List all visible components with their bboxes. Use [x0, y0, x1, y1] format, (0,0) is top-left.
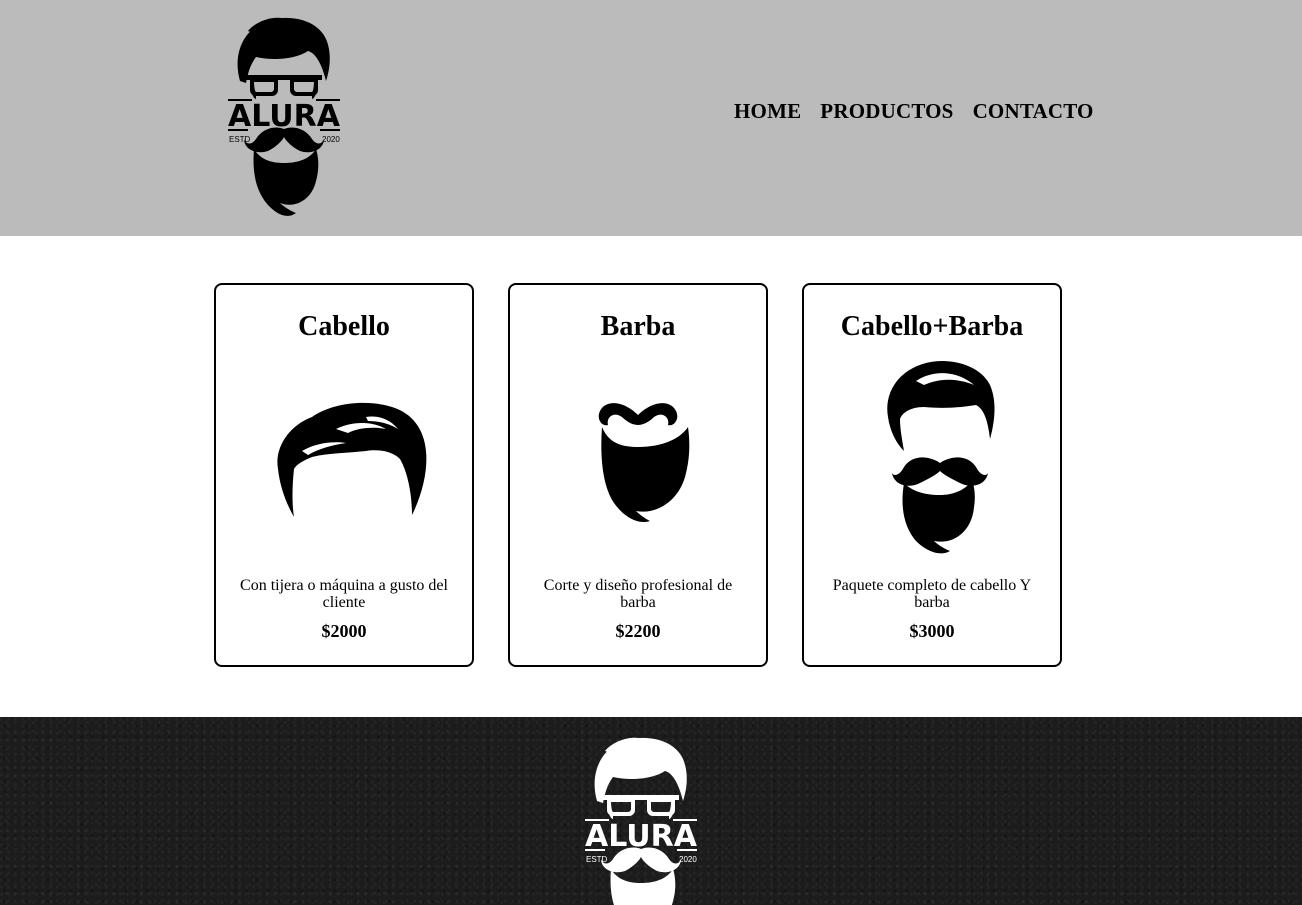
- hair-icon: [277, 402, 427, 517]
- main-nav: HOME PRODUCTOS CONTACTO: [734, 99, 1094, 124]
- logo-year: 2020: [322, 135, 340, 144]
- alura-logo[interactable]: ALURA ESTD 2020: [226, 13, 342, 219]
- site-footer: ALURA ESTD 2020: [0, 717, 1302, 905]
- beard-icon: [598, 403, 690, 523]
- footer-alura-logo[interactable]: ALURA ESTD 2020: [583, 733, 699, 905]
- nav-contacto-link[interactable]: CONTACTO: [973, 99, 1094, 124]
- nav-productos-link[interactable]: PRODUCTOS: [820, 99, 953, 124]
- product-price: $2200: [615, 621, 661, 641]
- product-description: Con tijera o máquina a gusto del cliente: [240, 577, 448, 611]
- barber-logo-icon: ALURA ESTD 2020: [585, 737, 698, 905]
- footer-logo-estd: ESTD: [586, 855, 608, 864]
- product-title: Barba: [600, 311, 676, 342]
- product-price: $3000: [909, 621, 955, 641]
- nav-home-link[interactable]: HOME: [734, 99, 801, 124]
- product-card-barba[interactable]: Barba Corte y diseño profesional de barb…: [508, 283, 768, 667]
- product-description: Paquete completo de cabello Y barba: [832, 577, 1032, 611]
- footer-logo-year: 2020: [679, 855, 697, 864]
- product-title: Cabello: [298, 311, 390, 342]
- product-description: Corte y diseño profesional de barba: [543, 577, 733, 611]
- product-price: $2000: [321, 621, 367, 641]
- barber-logo-icon: ALURA ESTD 2020: [228, 17, 341, 216]
- product-title: Cabello+Barba: [840, 311, 1024, 342]
- logo-brand: ALURA: [228, 99, 341, 134]
- product-card-cabello-barba[interactable]: Cabello+Barba Paquete completo de cabell…: [802, 283, 1062, 667]
- footer-logo-brand: ALURA: [585, 819, 698, 854]
- hair-and-beard-icon: [887, 361, 995, 554]
- logo-estd: ESTD: [229, 135, 251, 144]
- product-card-cabello[interactable]: Cabello Con tijera o máquina a gusto del…: [214, 283, 474, 667]
- site-header: ALURA ESTD 2020 HOME PRODUCTOS CONTACTO: [0, 0, 1302, 236]
